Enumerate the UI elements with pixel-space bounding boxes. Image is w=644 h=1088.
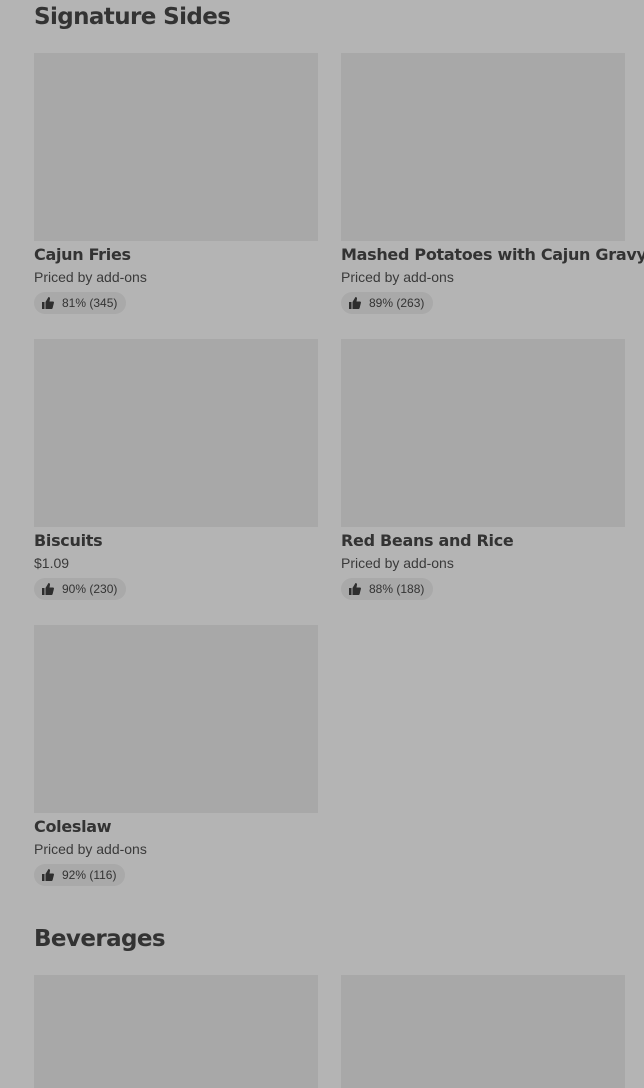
thumbs-up-icon bbox=[42, 297, 54, 309]
rating-text: 89% (263) bbox=[369, 296, 425, 310]
menu-item-name: Biscuits bbox=[34, 531, 103, 550]
thumbs-up-icon bbox=[349, 583, 361, 595]
rating-badge: 92% (116) bbox=[34, 864, 126, 886]
menu-item-image[interactable] bbox=[34, 975, 318, 1088]
rating-text: 90% (230) bbox=[62, 582, 118, 596]
menu-item-image[interactable] bbox=[34, 339, 318, 527]
menu-item-name: Red Beans and Rice bbox=[341, 531, 514, 550]
rating-text: 81% (345) bbox=[62, 296, 118, 310]
menu-item-image[interactable] bbox=[341, 339, 625, 527]
rating-badge: 88% (188) bbox=[341, 578, 434, 600]
menu-item-price: Priced by add-ons bbox=[341, 269, 454, 285]
rating-badge: 90% (230) bbox=[34, 578, 127, 600]
rating-text: 92% (116) bbox=[62, 868, 117, 882]
menu-item-card[interactable]: Biscuits $1.09 90% (230) bbox=[34, 339, 318, 600]
rating-text: 88% (188) bbox=[369, 582, 425, 596]
menu-item-image[interactable] bbox=[34, 53, 318, 241]
menu-item-image[interactable] bbox=[341, 53, 625, 241]
menu-item-card[interactable]: Mashed Potatoes with Cajun Gravy Priced … bbox=[341, 53, 644, 314]
thumbs-up-icon bbox=[349, 297, 361, 309]
thumbs-up-icon bbox=[42, 869, 54, 881]
menu-item-card[interactable]: Cajun Fries Priced by add-ons 81% (345) bbox=[34, 53, 318, 314]
menu-item-image[interactable] bbox=[341, 975, 625, 1088]
menu-item-image[interactable] bbox=[34, 625, 318, 813]
thumbs-up-icon bbox=[42, 583, 54, 595]
menu-item-price: Priced by add-ons bbox=[34, 841, 147, 857]
menu-item-name: Mashed Potatoes with Cajun Gravy bbox=[341, 245, 644, 264]
menu-item-name: Coleslaw bbox=[34, 817, 112, 836]
menu-item-price: Priced by add-ons bbox=[34, 269, 147, 285]
menu-item-card[interactable]: Coleslaw Priced by add-ons 92% (116) bbox=[34, 625, 318, 886]
menu-item-name: Cajun Fries bbox=[34, 245, 131, 264]
section-title-beverages: Beverages bbox=[34, 926, 166, 952]
menu-item-price: $1.09 bbox=[34, 555, 70, 571]
rating-badge: 89% (263) bbox=[341, 292, 434, 314]
section-title-signature-sides: Signature Sides bbox=[34, 4, 231, 30]
rating-badge: 81% (345) bbox=[34, 292, 127, 314]
menu-item-price: Priced by add-ons bbox=[341, 555, 454, 571]
menu-item-card[interactable]: Red Beans and Rice Priced by add-ons 88%… bbox=[341, 339, 625, 600]
